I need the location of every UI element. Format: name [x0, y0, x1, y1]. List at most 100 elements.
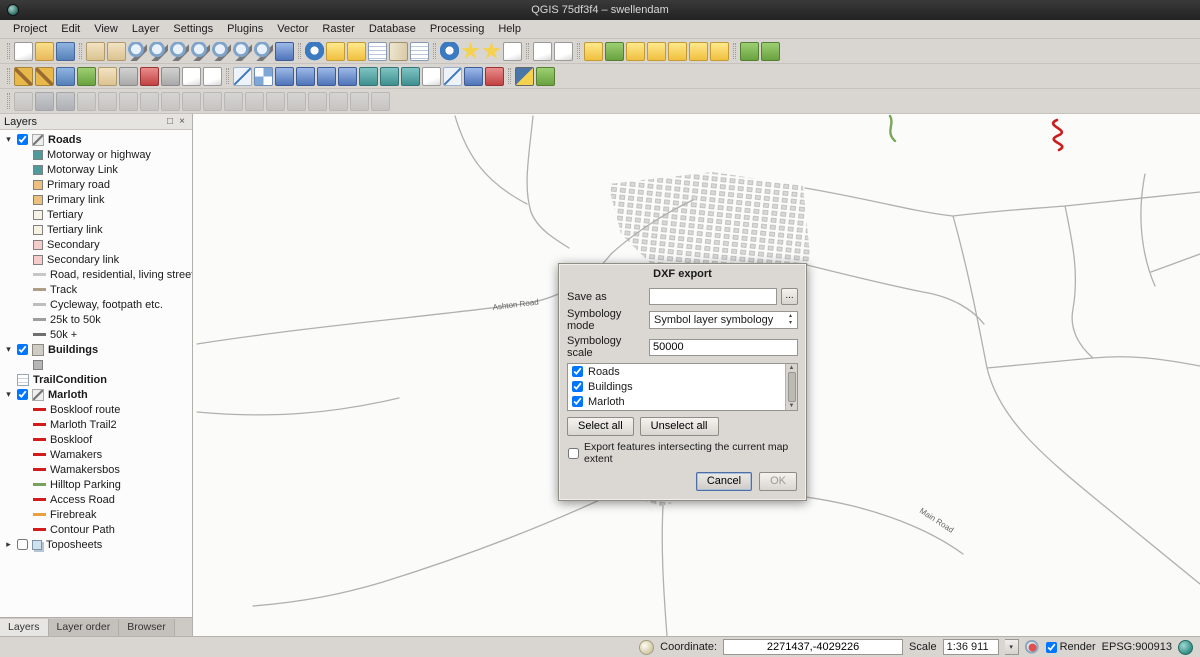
node-tool-icon[interactable]: [119, 67, 138, 86]
export-layer-list[interactable]: Roads Buildings Marloth ▲ ▼: [567, 363, 798, 411]
deselect-all-icon[interactable]: [347, 42, 366, 61]
legend-item[interactable]: Hilltop Parking: [0, 477, 192, 492]
new-spatialite-layer-icon[interactable]: [464, 67, 483, 86]
legend-item[interactable]: Tertiary link: [0, 222, 192, 237]
undock-panel-icon[interactable]: □: [164, 116, 176, 128]
legend-item[interactable]: Motorway or highway: [0, 147, 192, 162]
legend-item[interactable]: 25k to 50k: [0, 312, 192, 327]
layer-labeling-icon[interactable]: [584, 42, 603, 61]
open-attribute-table-icon[interactable]: [368, 42, 387, 61]
rotate-label-icon[interactable]: [689, 42, 708, 61]
combo-spinner-icon[interactable]: ▴▾: [786, 313, 795, 327]
menu-plugins[interactable]: Plugins: [220, 21, 270, 37]
menu-layer[interactable]: Layer: [125, 21, 167, 37]
layer-visibility-checkbox[interactable]: [17, 539, 28, 550]
window-titlebar[interactable]: QGIS 75df3f4 – swellendam: [0, 0, 1200, 20]
menu-settings[interactable]: Settings: [166, 21, 220, 37]
text-annotation-icon[interactable]: [503, 42, 522, 61]
scale-dropdown-icon[interactable]: ▾: [1005, 639, 1019, 655]
add-spatialite-layer-icon[interactable]: [296, 67, 315, 86]
legend-item[interactable]: Wamakers: [0, 447, 192, 462]
legend-item[interactable]: Motorway Link: [0, 162, 192, 177]
browse-button[interactable]: ...: [781, 288, 798, 305]
toolbar-drag-handle[interactable]: [298, 43, 301, 59]
pin-labels-icon[interactable]: [626, 42, 645, 61]
save-as-input[interactable]: [649, 288, 777, 305]
show-bookmarks-icon[interactable]: [482, 42, 501, 61]
new-print-layout-icon[interactable]: [533, 42, 552, 61]
map-canvas[interactable]: Ashton Road Main Road DXF export Save as…: [193, 114, 1200, 636]
trim-extend-icon[interactable]: [371, 92, 390, 111]
layer-export-checkbox[interactable]: [572, 366, 583, 377]
toolbar-drag-handle[interactable]: [526, 43, 529, 59]
render-checkbox[interactable]: [1046, 642, 1057, 653]
legend-item[interactable]: Primary road: [0, 177, 192, 192]
legend-item[interactable]: Road, residential, living street, etc.: [0, 267, 192, 282]
add-delimited-text-layer-icon[interactable]: [422, 67, 441, 86]
delete-ring-icon[interactable]: [182, 92, 201, 111]
copy-features-icon[interactable]: [182, 67, 201, 86]
delete-part-icon[interactable]: [203, 92, 222, 111]
new-shapefile-layer-icon[interactable]: [443, 67, 462, 86]
pan-map-icon[interactable]: [86, 42, 105, 61]
layer-diagrams-icon[interactable]: [605, 42, 624, 61]
processing-toolbox-icon[interactable]: [536, 67, 555, 86]
fill-ring-icon[interactable]: [161, 92, 180, 111]
tab-layers[interactable]: Layers: [0, 619, 49, 636]
legend-item[interactable]: Track: [0, 282, 192, 297]
cancel-button[interactable]: Cancel: [696, 472, 752, 491]
merge-attributes-icon[interactable]: [329, 92, 348, 111]
paste-features-icon[interactable]: [203, 67, 222, 86]
expand-arrow-icon[interactable]: ▾: [4, 344, 13, 355]
offset-curve-icon[interactable]: [224, 92, 243, 111]
split-features-icon[interactable]: [266, 92, 285, 111]
toggle-editing-icon[interactable]: [35, 67, 54, 86]
legend-item[interactable]: Boskloof route: [0, 402, 192, 417]
add-raster-layer-icon[interactable]: [254, 67, 273, 86]
refresh-map-icon[interactable]: [275, 42, 294, 61]
save-project-icon[interactable]: [56, 42, 75, 61]
ok-button[interactable]: OK: [759, 472, 797, 491]
pan-to-selection-icon[interactable]: [107, 42, 126, 61]
menu-view[interactable]: View: [87, 21, 125, 37]
toolbar-drag-handle[interactable]: [7, 43, 10, 59]
menu-raster[interactable]: Raster: [315, 21, 361, 37]
dialog-titlebar[interactable]: DXF export: [559, 264, 806, 285]
open-project-icon[interactable]: [35, 42, 54, 61]
legend-item[interactable]: [0, 357, 192, 372]
legend-item[interactable]: Cycleway, footpath etc.: [0, 297, 192, 312]
render-toggle[interactable]: Render: [1046, 641, 1096, 653]
symbology-scale-input[interactable]: [649, 339, 798, 356]
layer-item-toposheets[interactable]: ▸ Toposheets: [0, 537, 192, 552]
split-parts-icon[interactable]: [287, 92, 306, 111]
undo-icon[interactable]: [35, 92, 54, 111]
cut-features-icon[interactable]: [161, 67, 180, 86]
legend-item[interactable]: Primary link: [0, 192, 192, 207]
expand-arrow-icon[interactable]: ▾: [4, 134, 13, 145]
save-layer-edits-icon[interactable]: [56, 67, 75, 86]
grass-tools-icon[interactable]: [740, 42, 759, 61]
legend-item[interactable]: Firebreak: [0, 507, 192, 522]
legend-item[interactable]: Access Road: [0, 492, 192, 507]
move-label-icon[interactable]: [668, 42, 687, 61]
map-tips-icon[interactable]: [440, 42, 459, 61]
toolbar-drag-handle[interactable]: [508, 68, 511, 84]
new-bookmark-icon[interactable]: [461, 42, 480, 61]
highlight-labels-icon[interactable]: [647, 42, 666, 61]
add-feature-icon[interactable]: [77, 67, 96, 86]
menu-vector[interactable]: Vector: [270, 21, 315, 37]
menu-project[interactable]: Project: [6, 21, 54, 37]
legend-item[interactable]: Secondary: [0, 237, 192, 252]
delete-selected-icon[interactable]: [140, 67, 159, 86]
menu-database[interactable]: Database: [362, 21, 423, 37]
current-edits-icon[interactable]: [14, 67, 33, 86]
layer-export-checkbox[interactable]: [572, 381, 583, 392]
layer-item-roads[interactable]: ▾ Roads: [0, 132, 192, 147]
legend-item[interactable]: Wamakersbos: [0, 462, 192, 477]
add-wms-layer-icon[interactable]: [359, 67, 378, 86]
layout-manager-icon[interactable]: [554, 42, 573, 61]
list-item-roads[interactable]: Roads: [568, 364, 797, 379]
change-label-icon[interactable]: [710, 42, 729, 61]
add-wfs-layer-icon[interactable]: [401, 67, 420, 86]
merge-features-icon[interactable]: [308, 92, 327, 111]
